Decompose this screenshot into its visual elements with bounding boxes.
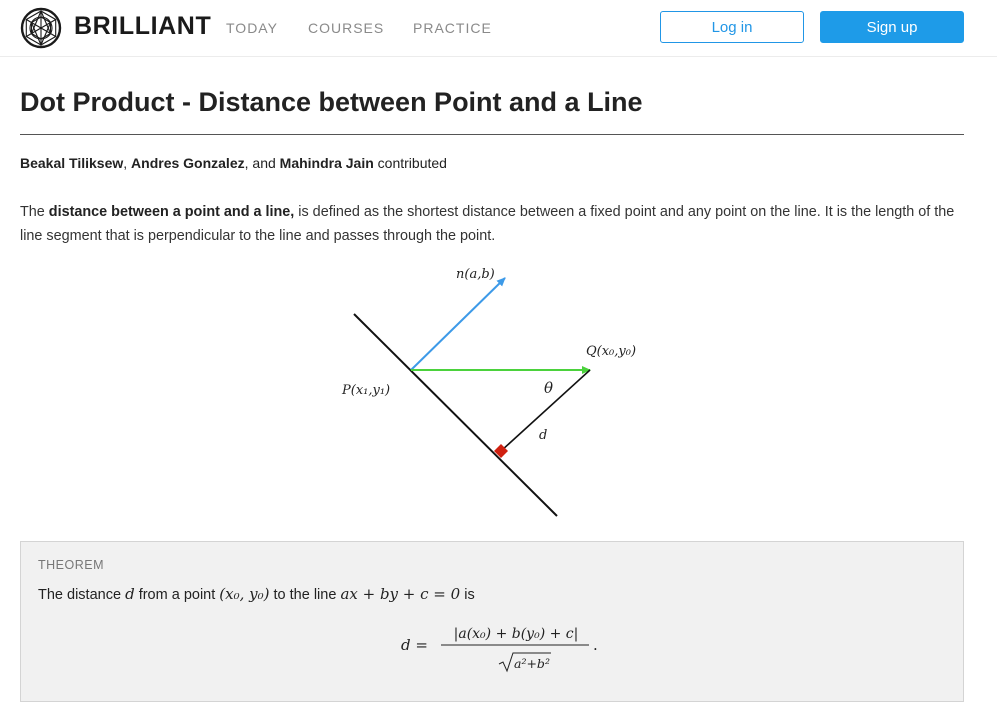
nav-today-link[interactable]: TODAY (226, 20, 278, 36)
formula-period: . (593, 636, 598, 654)
formula-lhs: d = (401, 636, 428, 654)
theorem-box: THEOREM The distance d from a point (x₀,… (20, 541, 964, 702)
contributor-separator: , and (244, 155, 280, 171)
formula-numerator: |a(x₀) + b(y₀) + c| (454, 626, 579, 642)
contributor-link[interactable]: Mahindra Jain (280, 155, 374, 171)
theorem-text: from a point (134, 587, 220, 603)
contributed-suffix: contributed (373, 155, 447, 171)
distance-label: d (539, 428, 547, 443)
nav-practice-link[interactable]: PRACTICE (413, 20, 492, 36)
theorem-text: The distance (38, 587, 126, 603)
theorem-text: to the line (269, 587, 341, 603)
contributors-line: Beakal Tiliksew, Andres Gonzalez, and Ma… (20, 155, 447, 171)
intro-bold-term: distance between a point and a line, (48, 204, 295, 220)
theorem-statement: The distance d from a point (x₀, y₀) to … (38, 585, 475, 603)
login-button[interactable]: Log in (660, 11, 804, 43)
brand-name[interactable]: BRILLIANT (74, 12, 211, 41)
signup-button[interactable]: Sign up (820, 11, 964, 43)
theorem-text: is (460, 587, 475, 603)
point-line-distance-diagram: n(a,b) P(x₁,y₁) Q(x₀,y₀) θ d (341, 267, 636, 517)
intro-paragraph: The distance between a point and a line,… (20, 200, 965, 248)
nav-courses-link[interactable]: COURSES (308, 20, 384, 36)
top-navigation-bar: BRILLIANT TODAY COURSES PRACTICE Log in … (0, 0, 997, 57)
title-divider (20, 134, 964, 135)
main-line (353, 313, 558, 517)
math-line-equation: ax + by + c = 0 (340, 585, 461, 603)
point-p-label: P(x₁,y₁) (341, 383, 390, 398)
distance-formula: d = |a(x₀) + b(y₀) + c| a²+b² . (401, 626, 598, 673)
normal-vector-arrow (410, 277, 506, 371)
page-title: Dot Product - Distance between Point and… (20, 87, 643, 117)
theorem-label: THEOREM (38, 558, 104, 572)
math-point: (x₀, y₀) (219, 585, 270, 603)
contributor-separator: , (123, 155, 132, 171)
formula-denominator: a²+b² (514, 656, 550, 671)
normal-label: n(a,b) (456, 267, 495, 282)
point-q-label: Q(x₀,y₀) (586, 344, 636, 359)
math-d: d (125, 585, 135, 603)
contributor-link[interactable]: Andres Gonzalez (131, 155, 245, 171)
contributor-link[interactable]: Beakal Tiliksew (20, 155, 123, 171)
theta-label: θ (544, 379, 553, 397)
brilliant-logo-icon[interactable] (20, 7, 62, 49)
intro-prefix: The (20, 204, 49, 220)
